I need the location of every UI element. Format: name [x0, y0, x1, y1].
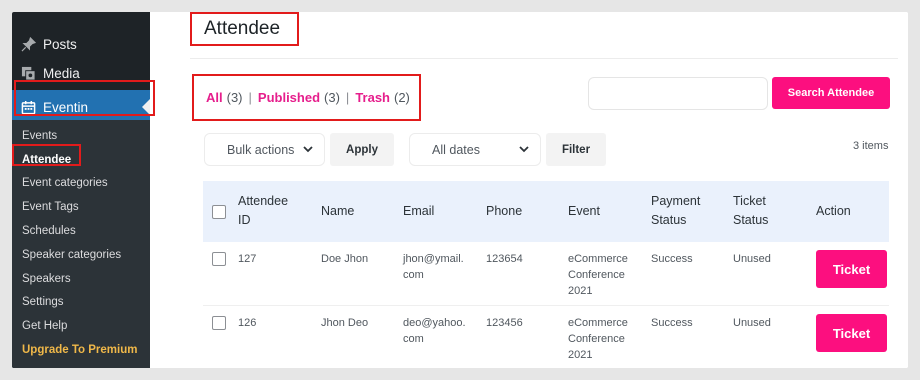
column-header-name: Name [321, 204, 355, 218]
dates-select[interactable]: All dates [409, 133, 541, 166]
filter-published-link[interactable]: Published [258, 90, 320, 105]
filter-all-link[interactable]: All [206, 90, 223, 105]
filter-trash-link[interactable]: Trash [355, 90, 390, 105]
filter-trash-count: (2) [394, 90, 410, 105]
cell-text: jhon@ymail. [403, 253, 464, 265]
sidebar-item-label: Posts [43, 37, 77, 52]
row-checkbox[interactable] [212, 316, 226, 330]
filter-separator: | [248, 90, 252, 105]
chevron-down-icon [518, 143, 530, 158]
cell-ticket-status: Unused [733, 317, 771, 329]
attendee-table: Attendee ID Name Email Phone Event Payme… [203, 181, 889, 368]
filter-separator: | [345, 90, 350, 105]
cell-payment-status: Success [651, 317, 693, 329]
search-input[interactable] [588, 77, 768, 110]
title-highlight-box: Attendee [190, 12, 299, 46]
cell-name: Jhon Deo [321, 317, 369, 329]
cell-text: eCommerce [568, 253, 628, 265]
app-window: Posts Media Eventin Events Attendee Even… [12, 12, 908, 368]
eventin-highlight-box [14, 80, 155, 116]
cell-text: Conference [568, 269, 625, 281]
column-header-ticket-status: Ticket Status [733, 192, 768, 230]
ticket-button[interactable]: Ticket [816, 314, 887, 352]
column-header-action: Action [816, 204, 851, 218]
apply-button[interactable]: Apply [330, 133, 394, 166]
row-checkbox[interactable] [212, 252, 226, 266]
pin-icon [20, 37, 36, 53]
search-attendee-button[interactable]: Search Attendee [772, 77, 890, 109]
main-content: Attendee All (3) | Published (3) | Trash… [170, 12, 908, 368]
cell-payment-status: Success [651, 253, 693, 265]
column-header-email: Email [403, 204, 435, 218]
submenu-item-speakers[interactable]: Speakers [12, 267, 150, 291]
cell-phone: 123456 [486, 317, 523, 329]
cell-text: Conference [568, 333, 625, 345]
header-text: ID [238, 213, 251, 227]
header-text: Status [651, 213, 687, 227]
column-header-event: Event [568, 204, 600, 218]
select-all-checkbox[interactable] [212, 205, 226, 219]
cell-text: deo@yahoo. [403, 317, 466, 329]
column-header-payment-status: Payment Status [651, 192, 700, 230]
cell-text: 2021 [568, 285, 593, 297]
status-filter-links: All (3) | Published (3) | Trash (2) [192, 74, 421, 121]
cell-name: Doe Jhon [321, 253, 369, 265]
column-header-phone: Phone [486, 204, 523, 218]
bulk-actions-select[interactable]: Bulk actions [204, 133, 325, 166]
submenu-item-settings[interactable]: Settings [12, 291, 150, 315]
submenu-item-speaker-categories[interactable]: Speaker categories [12, 243, 150, 267]
cell-email: jhon@ymail. com [403, 251, 464, 283]
cell-email: deo@yahoo. com [403, 315, 466, 347]
submenu-item-event-categories[interactable]: Event categories [12, 172, 150, 196]
submenu-item-event-tags[interactable]: Event Tags [12, 195, 150, 219]
header-text: Attendee [238, 194, 289, 208]
table-row: 127 Doe Jhon jhon@ymail. com 123654 eCom… [203, 242, 889, 306]
cell-attendee-id: 127 [238, 253, 257, 265]
table-row: 126 Jhon Deo deo@yahoo. com 123456 eComm… [203, 306, 889, 368]
chevron-down-icon [302, 143, 314, 158]
submenu-item-schedules[interactable]: Schedules [12, 219, 150, 243]
cell-text: eCommerce [568, 317, 628, 329]
table-header: Attendee ID Name Email Phone Event Payme… [203, 181, 889, 242]
attendee-highlight-box [12, 144, 81, 166]
header-text: Ticket [733, 194, 766, 208]
header-divider [190, 58, 898, 59]
cell-phone: 123654 [486, 253, 523, 265]
cell-text: 2021 [568, 349, 593, 361]
column-header-attendee-id: Attendee ID [238, 192, 288, 230]
items-count: 3 items [853, 140, 889, 152]
sidebar-item-posts[interactable]: Posts [12, 30, 150, 59]
cell-attendee-id: 126 [238, 317, 257, 329]
submenu-item-upgrade[interactable]: Upgrade To Premium [12, 338, 150, 362]
page-title: Attendee [204, 18, 281, 39]
bulk-actions-value: Bulk actions [227, 142, 295, 157]
cell-event: eCommerce Conference 2021 [568, 251, 628, 299]
dates-value: All dates [432, 142, 480, 157]
filter-published-count: (3) [324, 90, 340, 105]
cell-event: eCommerce Conference 2021 [568, 315, 628, 363]
filter-all-count: (3) [226, 90, 243, 105]
ticket-button[interactable]: Ticket [816, 250, 887, 288]
cell-text: com [403, 269, 424, 281]
header-text: Status [733, 213, 769, 227]
admin-sidebar: Posts Media Eventin Events Attendee Even… [12, 12, 155, 368]
header-text: Payment [651, 194, 701, 208]
filter-button[interactable]: Filter [546, 133, 606, 166]
sidebar-item-label: Media [43, 66, 80, 81]
submenu-item-get-help[interactable]: Get Help [12, 314, 150, 338]
cell-text: com [403, 333, 424, 345]
cell-ticket-status: Unused [733, 253, 771, 265]
